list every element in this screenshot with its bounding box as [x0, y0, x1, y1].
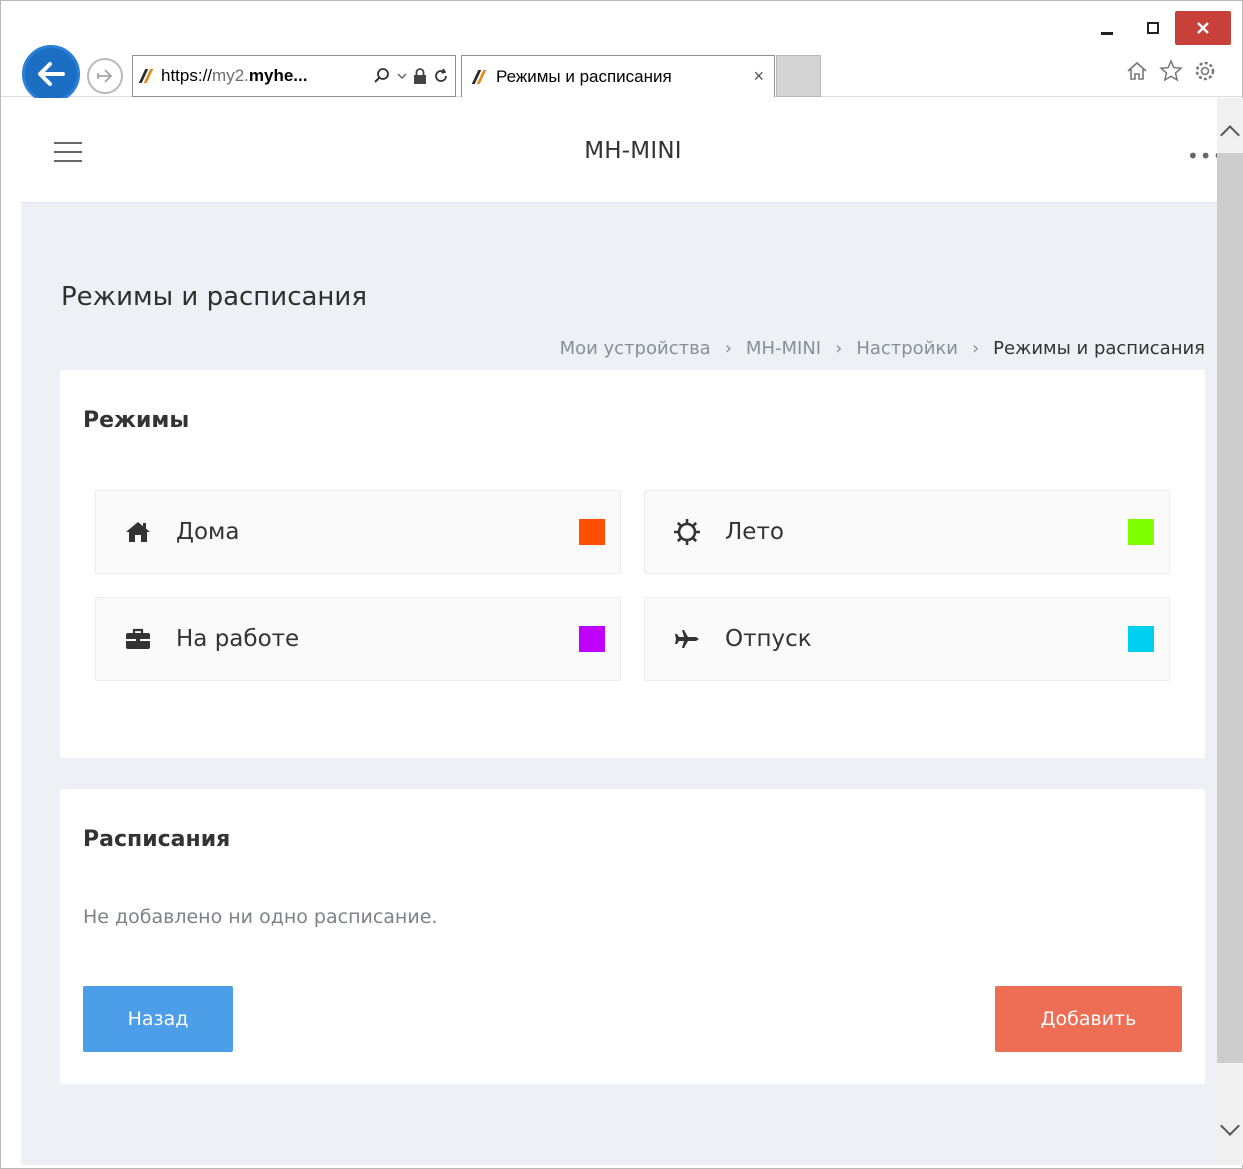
page-title: Режимы и расписания	[61, 282, 367, 312]
mode-item-home[interactable]: Дома	[95, 490, 621, 574]
search-icon[interactable]	[373, 67, 391, 85]
page-viewport: MH-MINI ••• Режимы и расписания Мои устр…	[21, 98, 1217, 1165]
breadcrumb-link-settings[interactable]: Настройки	[856, 338, 958, 359]
tab-close-icon[interactable]: ×	[753, 66, 764, 87]
tab-title: Режимы и расписания	[496, 66, 672, 86]
browser-tab-active[interactable]: Режимы и расписания ×	[461, 55, 775, 97]
mode-color-swatch	[579, 626, 605, 652]
minimize-icon	[1101, 31, 1113, 35]
browser-chrome: https://my2.myhe... Режимы и расписания …	[1, 1, 1242, 103]
back-button[interactable]: Назад	[83, 986, 233, 1052]
mode-item-vacation[interactable]: Отпуск	[644, 597, 1170, 681]
breadcrumb-separator: ›	[835, 338, 843, 359]
briefcase-icon	[124, 625, 152, 653]
address-bar[interactable]: https://my2.myhe...	[132, 55, 456, 97]
breadcrumb-link-device[interactable]: MH-MINI	[746, 338, 821, 359]
breadcrumb-separator: ›	[724, 338, 732, 359]
arrow-left-icon	[38, 62, 65, 86]
more-options-icon[interactable]: •••	[1187, 144, 1217, 168]
lock-icon[interactable]	[413, 68, 427, 84]
arrow-right-icon	[97, 69, 113, 83]
add-schedule-button[interactable]: Добавить	[995, 986, 1182, 1052]
close-window-button[interactable]	[1175, 11, 1231, 45]
app-header: MH-MINI •••	[21, 98, 1217, 203]
tab-favicon-icon	[471, 69, 487, 84]
browser-window: https://my2.myhe... Режимы и расписания …	[0, 0, 1243, 1169]
mode-label: Лето	[725, 519, 784, 545]
mode-color-swatch	[1128, 626, 1154, 652]
home-page-icon[interactable]	[1125, 59, 1149, 83]
refresh-icon[interactable]	[433, 68, 449, 84]
breadcrumb-separator: ›	[971, 338, 980, 359]
schedules-card: Расписания Не добавлено ни одно расписан…	[60, 789, 1205, 1084]
breadcrumb-link-my-devices[interactable]: Мои устройства	[560, 338, 711, 359]
device-title: MH-MINI	[584, 138, 682, 164]
mode-label: Дома	[176, 519, 240, 545]
breadcrumb-current: Режимы и расписания	[993, 338, 1205, 359]
sun-icon	[673, 518, 701, 546]
schedules-card-title: Расписания	[83, 827, 231, 852]
schedules-empty-message: Не добавлено ни одно расписание.	[83, 906, 438, 928]
home-icon	[124, 518, 152, 546]
favorites-star-icon[interactable]	[1159, 59, 1183, 83]
modes-card-title: Режимы	[83, 408, 190, 433]
mode-label: Отпуск	[725, 626, 812, 652]
new-tab-button[interactable]	[776, 55, 821, 97]
back-navigation-button[interactable]	[22, 45, 80, 103]
maximize-icon	[1147, 22, 1159, 34]
mode-label: На работе	[176, 626, 300, 652]
browser-toolbar-icons	[1125, 59, 1217, 83]
scrollbar-thumb[interactable]	[1217, 153, 1243, 1063]
chevron-down-icon[interactable]	[397, 72, 407, 80]
settings-gear-icon[interactable]	[1193, 59, 1217, 83]
modes-card: Режимы Дома Лето На работе Отпуск	[60, 370, 1205, 758]
close-icon	[1197, 22, 1209, 34]
maximize-button[interactable]	[1131, 13, 1175, 43]
address-tools	[373, 67, 449, 85]
breadcrumb: Мои устройства › MH-MINI › Настройки › Р…	[560, 338, 1205, 359]
plane-icon	[673, 625, 701, 653]
mode-color-swatch	[1128, 519, 1154, 545]
mode-item-work[interactable]: На работе	[95, 597, 621, 681]
address-url[interactable]: https://my2.myhe...	[161, 66, 307, 86]
mode-item-summer[interactable]: Лето	[644, 490, 1170, 574]
forward-navigation-button[interactable]	[87, 58, 123, 94]
minimize-button[interactable]	[1085, 13, 1129, 43]
mode-color-swatch	[579, 519, 605, 545]
site-favicon-icon	[138, 69, 154, 83]
